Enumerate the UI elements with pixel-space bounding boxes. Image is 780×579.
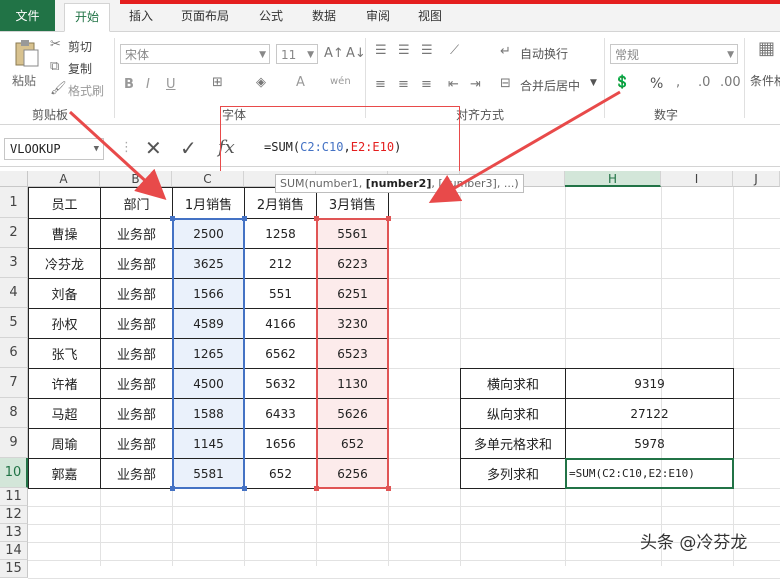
arrow-to-column-e bbox=[428, 90, 621, 204]
annotation-arrows bbox=[68, 90, 621, 204]
watermark: 头条 @冷芬龙 bbox=[640, 533, 748, 553]
arrow-to-column-c bbox=[68, 110, 167, 201]
